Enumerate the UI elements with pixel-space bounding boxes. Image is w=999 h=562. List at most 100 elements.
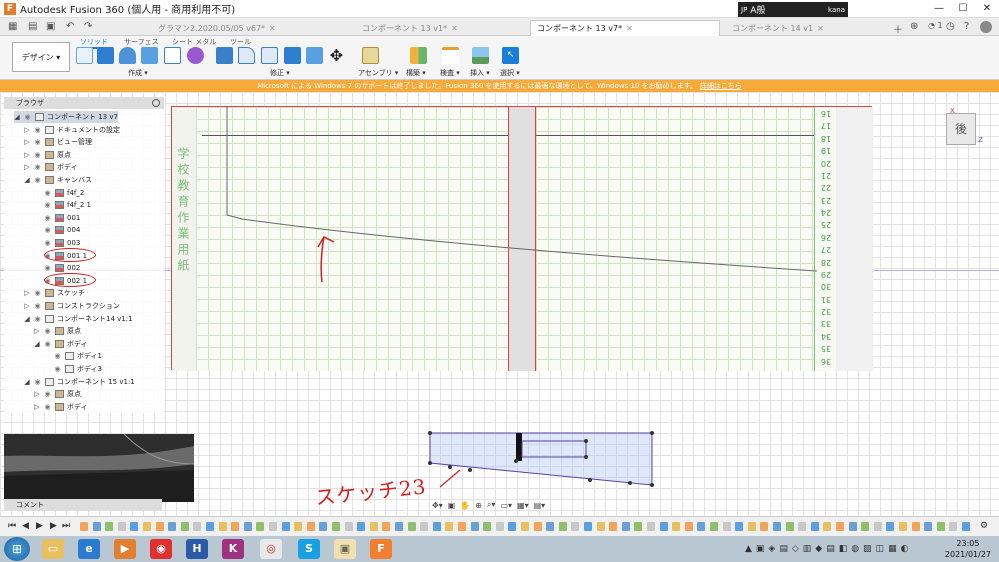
visibility-eye-icon[interactable]: ◉ <box>43 214 52 222</box>
press-pull-icon[interactable] <box>216 47 233 64</box>
group-construct[interactable]: 構築 ▾ <box>406 68 426 78</box>
browser-item[interactable]: ▷ ◉ ビュー管理 <box>24 136 92 148</box>
job-status[interactable]: ◔ 1 <box>928 21 943 30</box>
visibility-eye-icon[interactable]: ◉ <box>33 151 42 159</box>
timeline-feature-icon[interactable] <box>886 522 895 531</box>
app-icon-k[interactable]: K <box>222 539 244 559</box>
tab-document-2[interactable]: コンポーネント 13 v1* ✕ <box>356 20 526 36</box>
grid-menu-icon[interactable]: ▦ <box>8 21 17 32</box>
viewcube-face[interactable]: 後 <box>955 122 967 136</box>
fillet-icon[interactable] <box>238 47 255 64</box>
expand-toggle-icon[interactable]: ▷ <box>24 138 30 146</box>
expand-toggle-icon[interactable]: ▷ <box>24 163 30 171</box>
browser-item[interactable]: ▷ ◉ 原点 <box>34 325 81 337</box>
fit-icon[interactable]: ⌕▾ <box>487 500 496 510</box>
timeline-feature-icon[interactable] <box>369 522 378 531</box>
timeline-feature-icon[interactable] <box>458 522 466 531</box>
tab-surface[interactable]: サーフェス <box>124 37 159 47</box>
timeline-feature-icon[interactable] <box>357 522 366 531</box>
timeline-feature-icon[interactable] <box>218 522 227 531</box>
timeline-feature-icon[interactable] <box>269 522 277 531</box>
timeline-feature-icon[interactable] <box>773 522 781 531</box>
timeline-feature-icon[interactable] <box>861 522 870 531</box>
system-tray-icons[interactable]: ▲▣◈▤◇▥◆▤◧◍▨◫▦◐ <box>745 544 912 554</box>
browser-item[interactable]: ▷ ◉ ドキュメントの設定 <box>24 124 120 136</box>
explorer-icon[interactable]: ▭ <box>42 539 64 559</box>
ime-toolbar[interactable]: JP A般 kana <box>738 2 848 17</box>
timeline-settings-icon[interactable]: ⚙ <box>980 521 988 531</box>
timeline-feature-icon[interactable] <box>180 522 189 531</box>
browser-item[interactable]: ▷ ◉ 原点 <box>24 149 71 161</box>
timeline-feature-icon[interactable] <box>395 522 403 531</box>
maximize-button[interactable]: ☐ <box>951 0 975 18</box>
visibility-eye-icon[interactable]: ◉ <box>43 390 52 398</box>
timeline-feature-icon[interactable] <box>231 522 240 531</box>
group-inspect[interactable]: 検査 ▾ <box>440 68 460 78</box>
workspace-design-button[interactable]: デザイン ▾ <box>12 42 70 72</box>
visibility-eye-icon[interactable]: ◉ <box>43 239 52 247</box>
measure-icon[interactable] <box>442 47 459 64</box>
browser-header[interactable]: ブラウザ <box>4 97 164 109</box>
browser-item[interactable]: ◢ ◉ コンポーネント14 v1:1 <box>24 313 133 325</box>
timeline-feature-icon[interactable] <box>155 522 164 531</box>
ie-icon[interactable]: e <box>78 539 100 559</box>
timeline-feature-icon[interactable] <box>722 522 731 531</box>
close-icon[interactable]: ✕ <box>817 24 824 33</box>
timeline-feature-icon[interactable] <box>899 522 907 531</box>
timeline-feature-icon[interactable] <box>243 522 252 531</box>
visibility-eye-icon[interactable]: ◉ <box>33 378 42 386</box>
visibility-eye-icon[interactable]: ◉ <box>53 352 62 360</box>
timeline-feature-icon[interactable] <box>647 522 655 531</box>
timeline-feature-icon[interactable] <box>306 522 315 531</box>
timeline-feature-icon[interactable] <box>873 522 882 531</box>
visibility-eye-icon[interactable]: ◉ <box>43 189 52 197</box>
group-select[interactable]: 選択 ▾ <box>500 68 520 78</box>
browser-item[interactable]: ◢ ◉ コンポーネント 15 v1:1 <box>24 376 135 388</box>
timeline-feature-icon[interactable] <box>256 522 265 531</box>
save-icon[interactable]: ▣ <box>46 21 55 32</box>
browser-item[interactable]: ◉ 004 <box>34 224 80 236</box>
timeline-feature-icon[interactable] <box>659 522 668 531</box>
timeline-feature-icon[interactable] <box>294 522 303 531</box>
go-to-end-icon[interactable]: ⏭ <box>62 521 70 531</box>
notifications-icon[interactable]: ◷ <box>946 21 955 32</box>
timeline-feature-icon[interactable] <box>735 522 744 531</box>
step-back-icon[interactable]: ◀ <box>22 521 29 531</box>
timeline-feature-icon[interactable] <box>344 522 353 531</box>
browser-item[interactable]: ▷ ◉ ボディ <box>24 161 78 173</box>
group-create[interactable]: 作成 ▾ <box>128 68 148 78</box>
extrude-icon[interactable] <box>97 47 114 64</box>
visibility-eye-icon[interactable]: ◉ <box>33 315 42 323</box>
chrome-icon[interactable]: ◎ <box>260 539 282 559</box>
look-at-icon[interactable]: ▣ <box>448 501 456 510</box>
visibility-eye-icon[interactable]: ◉ <box>33 126 42 134</box>
help-icon[interactable]: ? <box>964 21 969 32</box>
viewcube[interactable]: 後 <box>946 113 976 145</box>
avatar[interactable] <box>980 21 992 33</box>
ime-lang[interactable]: JP <box>741 6 747 14</box>
timeline-feature-icon[interactable] <box>483 522 492 531</box>
orbit-icon[interactable]: ✥▾ <box>432 501 443 510</box>
timeline-feature-icon[interactable] <box>546 522 555 531</box>
visibility-eye-icon[interactable]: ◉ <box>33 163 42 171</box>
grid-settings-icon[interactable]: ▦▾ <box>517 501 529 510</box>
visibility-eye-icon[interactable]: ◉ <box>43 340 52 348</box>
close-button[interactable]: ✕ <box>975 0 999 18</box>
timeline-feature-icon[interactable] <box>785 522 794 531</box>
timeline-feature-icon[interactable] <box>672 522 681 531</box>
app-icon-blue[interactable]: H <box>186 539 208 559</box>
new-tab-icon[interactable]: ＋ <box>893 21 903 36</box>
tab-tools[interactable]: ツール <box>230 37 251 47</box>
timeline-feature-icon[interactable] <box>80 522 88 531</box>
timeline-feature-icon[interactable] <box>130 522 139 531</box>
chamfer-icon[interactable] <box>261 47 278 64</box>
timeline-feature-icon[interactable] <box>848 522 857 531</box>
expand-toggle-icon[interactable]: ▷ <box>34 327 40 335</box>
media-player-icon[interactable]: ▶ <box>114 539 136 559</box>
tab-document-1[interactable]: グラマン2.2020.05/05 v67* ✕ <box>152 20 342 36</box>
timeline-feature-icon[interactable] <box>168 522 177 531</box>
timeline-feature-icon[interactable] <box>332 522 340 531</box>
ime-mode[interactable]: A般 <box>750 3 765 16</box>
undo-icon[interactable]: ↶ <box>66 21 74 32</box>
timeline-feature-icon[interactable] <box>810 522 819 531</box>
